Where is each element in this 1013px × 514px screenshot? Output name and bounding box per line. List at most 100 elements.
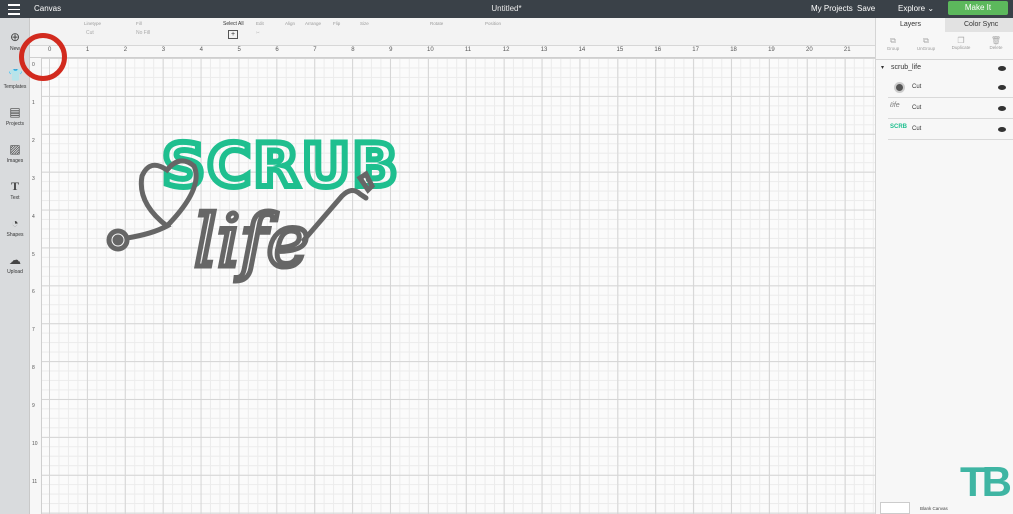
trash-icon: 🗑 xyxy=(990,36,1002,45)
ruler-tick-label: 5 xyxy=(237,47,241,53)
ruler-tick-label: 12 xyxy=(502,47,510,53)
scrub-life-design[interactable]: SCRUB life xyxy=(42,58,875,514)
layer-thumbnail: SCRB xyxy=(890,124,908,130)
tool-images[interactable]: ▨ Images xyxy=(0,142,30,164)
edit-toolbar: Linetype Cut Fill No Fill Select All + E… xyxy=(30,18,875,46)
ruler-tick-label: 3 xyxy=(32,175,35,182)
ruler-tick-label: 17 xyxy=(692,47,699,53)
ruler-tick-label: 10 xyxy=(32,441,38,447)
action-label: UnGroup xyxy=(916,46,936,51)
text-icon: T xyxy=(10,179,19,193)
layer-row[interactable]: SCRB Cut xyxy=(888,120,1013,140)
panel-tabs: Layers Color Sync xyxy=(876,18,1013,32)
projects-icon: ▤ xyxy=(9,105,21,119)
layer-label: Cut xyxy=(912,126,922,132)
plus-icon: ⊕ xyxy=(9,30,21,44)
ruler-tick-label: 15 xyxy=(616,47,624,53)
select-all-button[interactable]: + xyxy=(228,30,238,39)
ruler-tick-label: 9 xyxy=(32,403,35,410)
make-it-button[interactable]: Make It xyxy=(948,1,1008,15)
tool-label: Shapes xyxy=(6,232,24,238)
layer-row[interactable]: Cut xyxy=(888,78,1013,98)
ungroup-button[interactable]: ⧉ UnGroup xyxy=(911,36,941,51)
group-icon: ⧉ xyxy=(890,36,896,45)
linetype-select[interactable]: Cut xyxy=(86,30,94,36)
action-label: Duplicate xyxy=(951,45,971,50)
blank-canvas-label: Blank Canvas xyxy=(920,506,948,511)
group-name: scrub_life xyxy=(891,64,921,71)
tool-label: Text xyxy=(10,195,20,201)
ruler-tick-label: 11 xyxy=(464,47,472,53)
top-ruler: 0 1 2 3 4 5 6 7 8 9 10 11 12 13 14 15 16 17 18 19 20 21 xyxy=(30,46,875,58)
eye-icon[interactable] xyxy=(998,106,1006,111)
ruler-tick-label: 14 xyxy=(578,47,586,53)
eye-icon[interactable] xyxy=(998,127,1006,132)
edit-icon[interactable]: ✂ xyxy=(256,30,260,36)
shirt-icon: 👕 xyxy=(8,68,23,82)
eye-icon[interactable] xyxy=(998,66,1006,71)
delete-button[interactable]: 🗑 Delete xyxy=(981,36,1011,50)
ruler-tick-label: 3 xyxy=(161,47,166,53)
layer-actions: ⧉ Group ⧉ UnGroup ❐ Duplicate 🗑 Delete xyxy=(876,32,1013,60)
ruler-tick-label: 16 xyxy=(654,47,662,53)
life-text[interactable]: life xyxy=(192,197,312,286)
edit-label[interactable]: Edit xyxy=(256,21,264,26)
ruler-tick-label: 9 xyxy=(389,47,393,53)
layer-group-scrub-life[interactable]: ▾ scrub_life xyxy=(876,60,1013,76)
ruler-tick-label: 2 xyxy=(123,47,128,53)
position-label: Position xyxy=(485,21,502,26)
ruler-tick-label: 6 xyxy=(275,47,279,53)
ruler-tick-label: 4 xyxy=(199,47,203,53)
fill-select[interactable]: No Fill xyxy=(136,30,150,36)
ruler-tick-label: 21 xyxy=(843,47,851,53)
shapes-icon: ◔ xyxy=(11,216,19,230)
scrub-text[interactable]: SCRUB xyxy=(159,128,401,204)
align-label[interactable]: Align xyxy=(285,21,295,26)
tool-projects[interactable]: ▤ Projects xyxy=(0,105,30,127)
tab-layers[interactable]: Layers xyxy=(900,21,921,28)
design-canvas[interactable]: SCRUB life xyxy=(42,58,875,514)
layer-thumbnail: ℓife xyxy=(890,102,900,109)
ungroup-icon: ⧉ xyxy=(923,36,929,45)
eye-icon[interactable] xyxy=(998,85,1006,90)
image-icon: ▨ xyxy=(9,142,21,156)
duplicate-icon: ❐ xyxy=(957,36,965,45)
tool-upload[interactable]: ☁ Upload xyxy=(0,253,30,275)
layer-thumbnail xyxy=(894,82,905,93)
explore-menu[interactable]: Explore ⌄ xyxy=(898,4,934,13)
rotate-label: Rotate xyxy=(430,21,444,26)
arrange-label[interactable]: Arrange xyxy=(305,21,321,26)
layers-panel: Layers Color Sync ⧉ Group ⧉ UnGroup ❐ Dupli… xyxy=(875,18,1013,514)
select-all-label: Select All xyxy=(223,21,244,27)
chevron-down-icon[interactable]: ▾ xyxy=(881,64,884,71)
left-ruler: 0 1 2 3 4 5 6 7 8 9 10 11 xyxy=(30,58,42,514)
my-projects-link[interactable]: My Projects xyxy=(811,4,853,13)
ruler-tick-label: 2 xyxy=(32,137,35,144)
ruler-tick-label: 11 xyxy=(32,478,38,485)
layer-label: Cut xyxy=(912,105,922,111)
ruler-tick-label: 20 xyxy=(806,47,813,53)
ruler-tick-label: 19 xyxy=(768,47,775,53)
blank-canvas-swatch xyxy=(880,502,910,514)
duplicate-button[interactable]: ❐ Duplicate xyxy=(946,36,976,50)
ruler-tick-label: 18 xyxy=(730,47,737,53)
ruler-tick-label: 6 xyxy=(32,289,35,296)
chevron-down-icon: ⌄ xyxy=(927,4,935,13)
highlight-circle xyxy=(19,33,67,81)
tool-text[interactable]: T Text xyxy=(0,179,30,201)
tab-color-sync[interactable]: Color Sync xyxy=(964,21,998,28)
tool-label: Projects xyxy=(5,121,25,127)
ruler-tick-label: 8 xyxy=(351,47,355,53)
save-link[interactable]: Save xyxy=(857,4,875,13)
tool-label: Templates xyxy=(3,84,27,90)
left-toolbar: ⊕ New 👕 Templates ▤ Projects ▨ Images T … xyxy=(0,18,30,514)
group-button[interactable]: ⧉ Group xyxy=(878,36,908,51)
explore-label: Explore xyxy=(898,4,926,13)
watermark-logo: TB xyxy=(960,458,1012,505)
tool-label: New xyxy=(9,46,20,52)
ruler-tick-label: 4 xyxy=(32,213,35,220)
size-label: Size xyxy=(360,21,369,26)
layer-row[interactable]: ℓife Cut xyxy=(888,99,1013,119)
flip-label[interactable]: Flip xyxy=(333,21,340,26)
tool-shapes[interactable]: ◔ Shapes xyxy=(0,216,30,238)
